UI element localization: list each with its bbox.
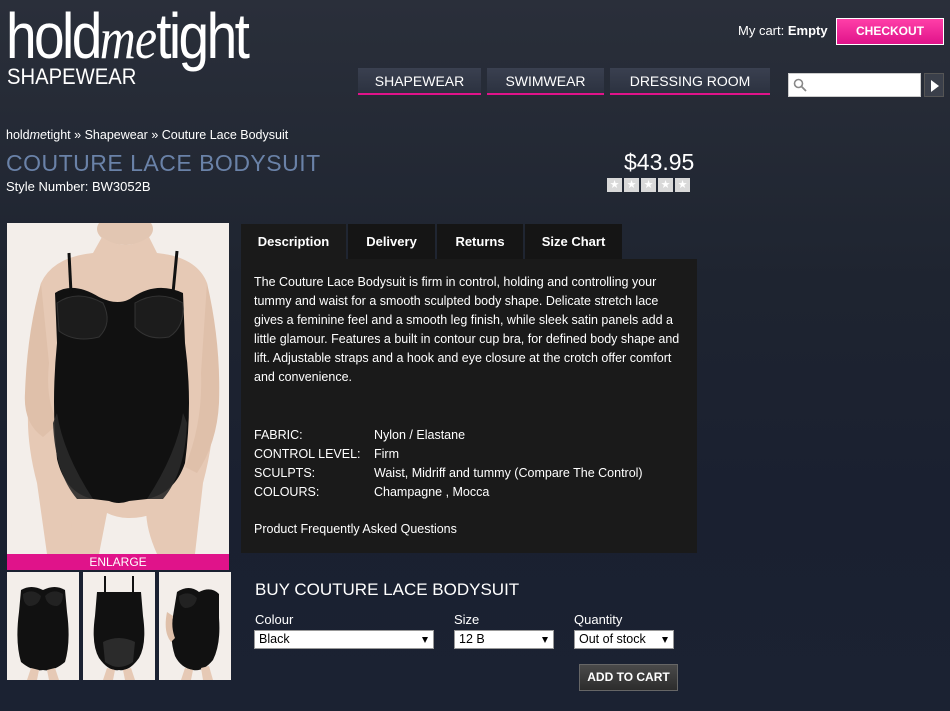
product-price: $43.95 xyxy=(624,149,695,175)
nav-item-swimwear[interactable]: SWIMWEAR xyxy=(487,68,604,95)
product-title: COUTURE LACE BODYSUIT xyxy=(6,150,321,176)
buy-section-title: BUY COUTURE LACE BODYSUIT xyxy=(255,580,520,599)
colour-label: Colour xyxy=(255,612,294,627)
add-to-cart-button[interactable]: ADD TO CART xyxy=(579,664,678,691)
description-text: The Couture Lace Bodysuit is firm in con… xyxy=(254,275,680,384)
product-tabs: Description Delivery Returns Size Chart xyxy=(241,224,622,259)
star-icon[interactable]: ★ xyxy=(658,178,673,192)
search-icon xyxy=(793,78,807,92)
thumbnail-strip xyxy=(7,572,231,680)
breadcrumb-home[interactable]: holdmetight xyxy=(6,128,71,142)
spec-label: COLOURS: xyxy=(254,485,320,499)
search-bar xyxy=(788,73,944,97)
breadcrumb: holdmetight » Shapewear » Couture Lace B… xyxy=(6,128,288,142)
spec-value: Nylon / Elastane xyxy=(374,428,466,442)
size-select[interactable]: 12 B xyxy=(454,630,554,649)
quantity-select[interactable]: Out of stock xyxy=(574,630,674,649)
star-icon[interactable]: ★ xyxy=(607,178,622,192)
chevron-down-icon xyxy=(662,637,668,643)
thumbnail-back[interactable] xyxy=(83,572,155,680)
breadcrumb-separator: » xyxy=(151,128,159,142)
spec-value[interactable]: Waist, Midriff and tummy (Compare The Co… xyxy=(374,464,643,483)
nav-item-dressing-room[interactable]: DRESSING ROOM xyxy=(610,68,770,95)
spec-label: SCULPTS: xyxy=(254,466,316,480)
logo-subtitle: SHAPEWEAR xyxy=(7,64,137,89)
tab-returns[interactable]: Returns xyxy=(437,224,523,259)
breadcrumb-current: Couture Lace Bodysuit xyxy=(161,128,289,142)
breadcrumb-category[interactable]: Shapewear xyxy=(85,128,148,142)
size-select-value: 12 B xyxy=(459,632,485,646)
chevron-down-icon xyxy=(542,637,548,643)
spec-list: FABRIC: Nylon / Elastane CONTROL LEVEL: … xyxy=(254,426,684,502)
checkout-button[interactable]: CHECKOUT xyxy=(836,18,944,45)
enlarge-button[interactable]: ENLARGE xyxy=(7,554,229,570)
colour-select[interactable]: Black xyxy=(254,630,434,649)
star-icon[interactable]: ★ xyxy=(641,178,656,192)
cart-value: Empty xyxy=(787,23,828,38)
chevron-down-icon xyxy=(422,637,428,643)
spec-row: COLOURS: Champagne , Mocca xyxy=(254,483,684,502)
description-panel: The Couture Lace Bodysuit is firm in con… xyxy=(241,259,697,553)
rating-stars[interactable]: ★ ★ ★ ★ ★ xyxy=(607,178,690,192)
logo-text-hold: hold xyxy=(6,0,102,72)
star-icon[interactable]: ★ xyxy=(675,178,690,192)
spec-label: CONTROL LEVEL: xyxy=(254,447,361,461)
spec-row: CONTROL LEVEL: Firm xyxy=(254,445,684,464)
tab-delivery[interactable]: Delivery xyxy=(348,224,435,259)
search-input[interactable] xyxy=(788,73,921,97)
size-label: Size xyxy=(454,612,480,627)
thumbnail-front[interactable] xyxy=(7,572,79,680)
faq-link[interactable]: Product Frequently Asked Questions xyxy=(254,522,684,536)
logo[interactable]: holdmetight xyxy=(6,4,250,71)
breadcrumb-separator: » xyxy=(74,128,82,142)
thumbnail-side[interactable] xyxy=(159,572,231,680)
cart-status[interactable]: My cart: Empty xyxy=(738,23,828,38)
tab-description[interactable]: Description xyxy=(241,224,346,259)
style-number: Style Number: BW3052B xyxy=(6,179,151,194)
nav-item-shapewear[interactable]: SHAPEWEAR xyxy=(358,68,481,95)
spec-value: Champagne , Mocca xyxy=(374,485,490,499)
product-main-image[interactable] xyxy=(7,223,229,554)
logo-text-tight: tight xyxy=(156,0,250,72)
spec-value: Firm xyxy=(374,447,399,461)
search-submit-button[interactable] xyxy=(924,73,944,97)
colour-select-value: Black xyxy=(259,632,290,646)
model-figure xyxy=(7,223,229,554)
spec-row: FABRIC: Nylon / Elastane xyxy=(254,426,684,445)
quantity-label: Quantity xyxy=(574,612,623,627)
star-icon[interactable]: ★ xyxy=(624,178,639,192)
quantity-select-value: Out of stock xyxy=(579,632,646,646)
spec-row: SCULPTS: Waist, Midriff and tummy (Compa… xyxy=(254,464,684,483)
main-nav: SHAPEWEAR SWIMWEAR DRESSING ROOM xyxy=(358,68,770,95)
cart-label: My cart: xyxy=(738,23,785,38)
spec-label: FABRIC: xyxy=(254,428,303,442)
tab-size-chart[interactable]: Size Chart xyxy=(525,224,622,259)
logo-text-me: me xyxy=(99,6,157,71)
